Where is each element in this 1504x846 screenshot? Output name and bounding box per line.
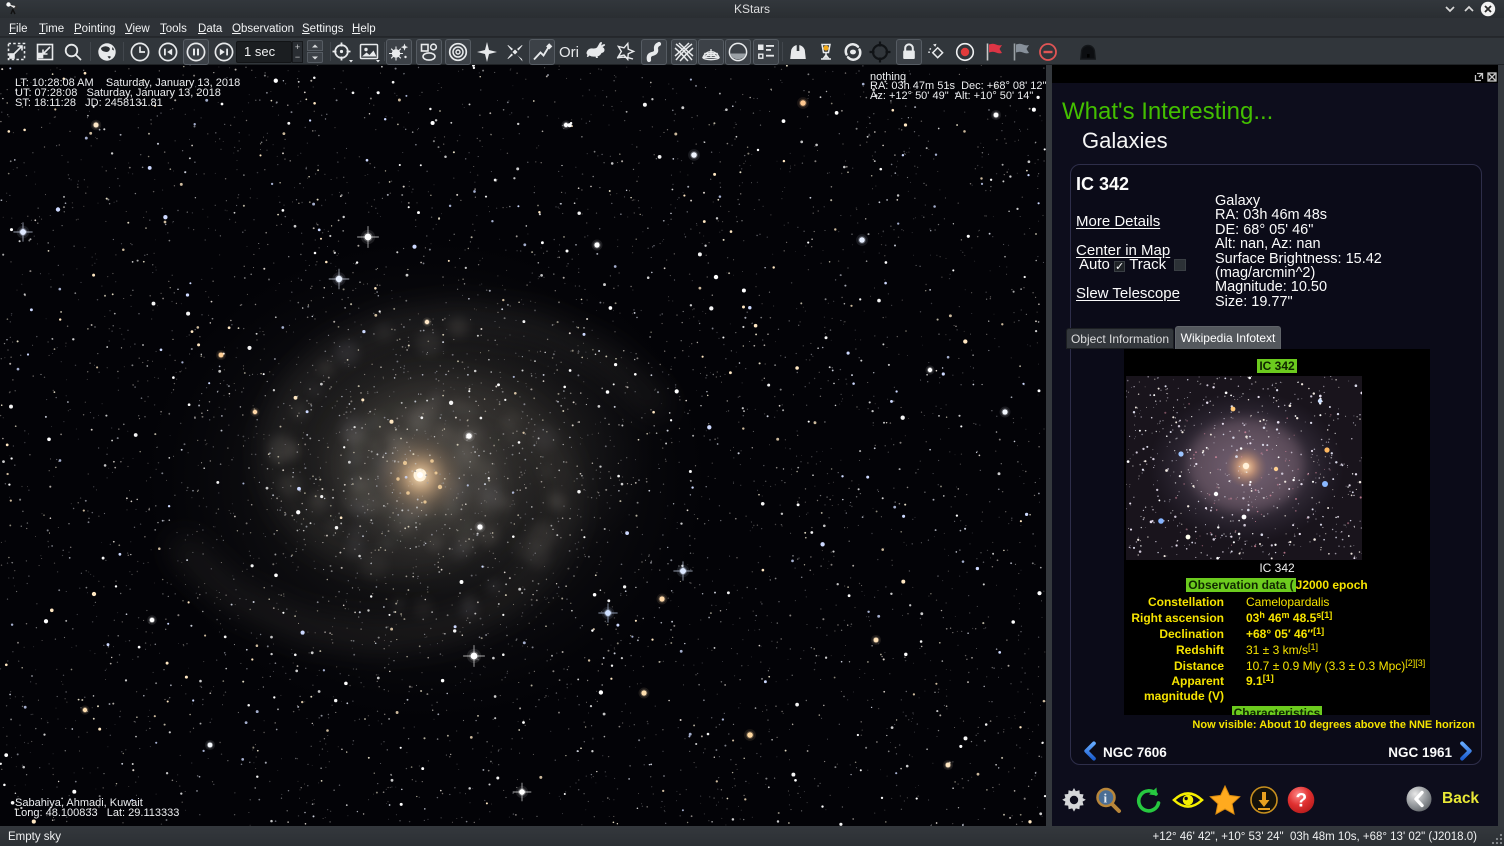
svg-text:Ori: Ori: [559, 44, 579, 61]
